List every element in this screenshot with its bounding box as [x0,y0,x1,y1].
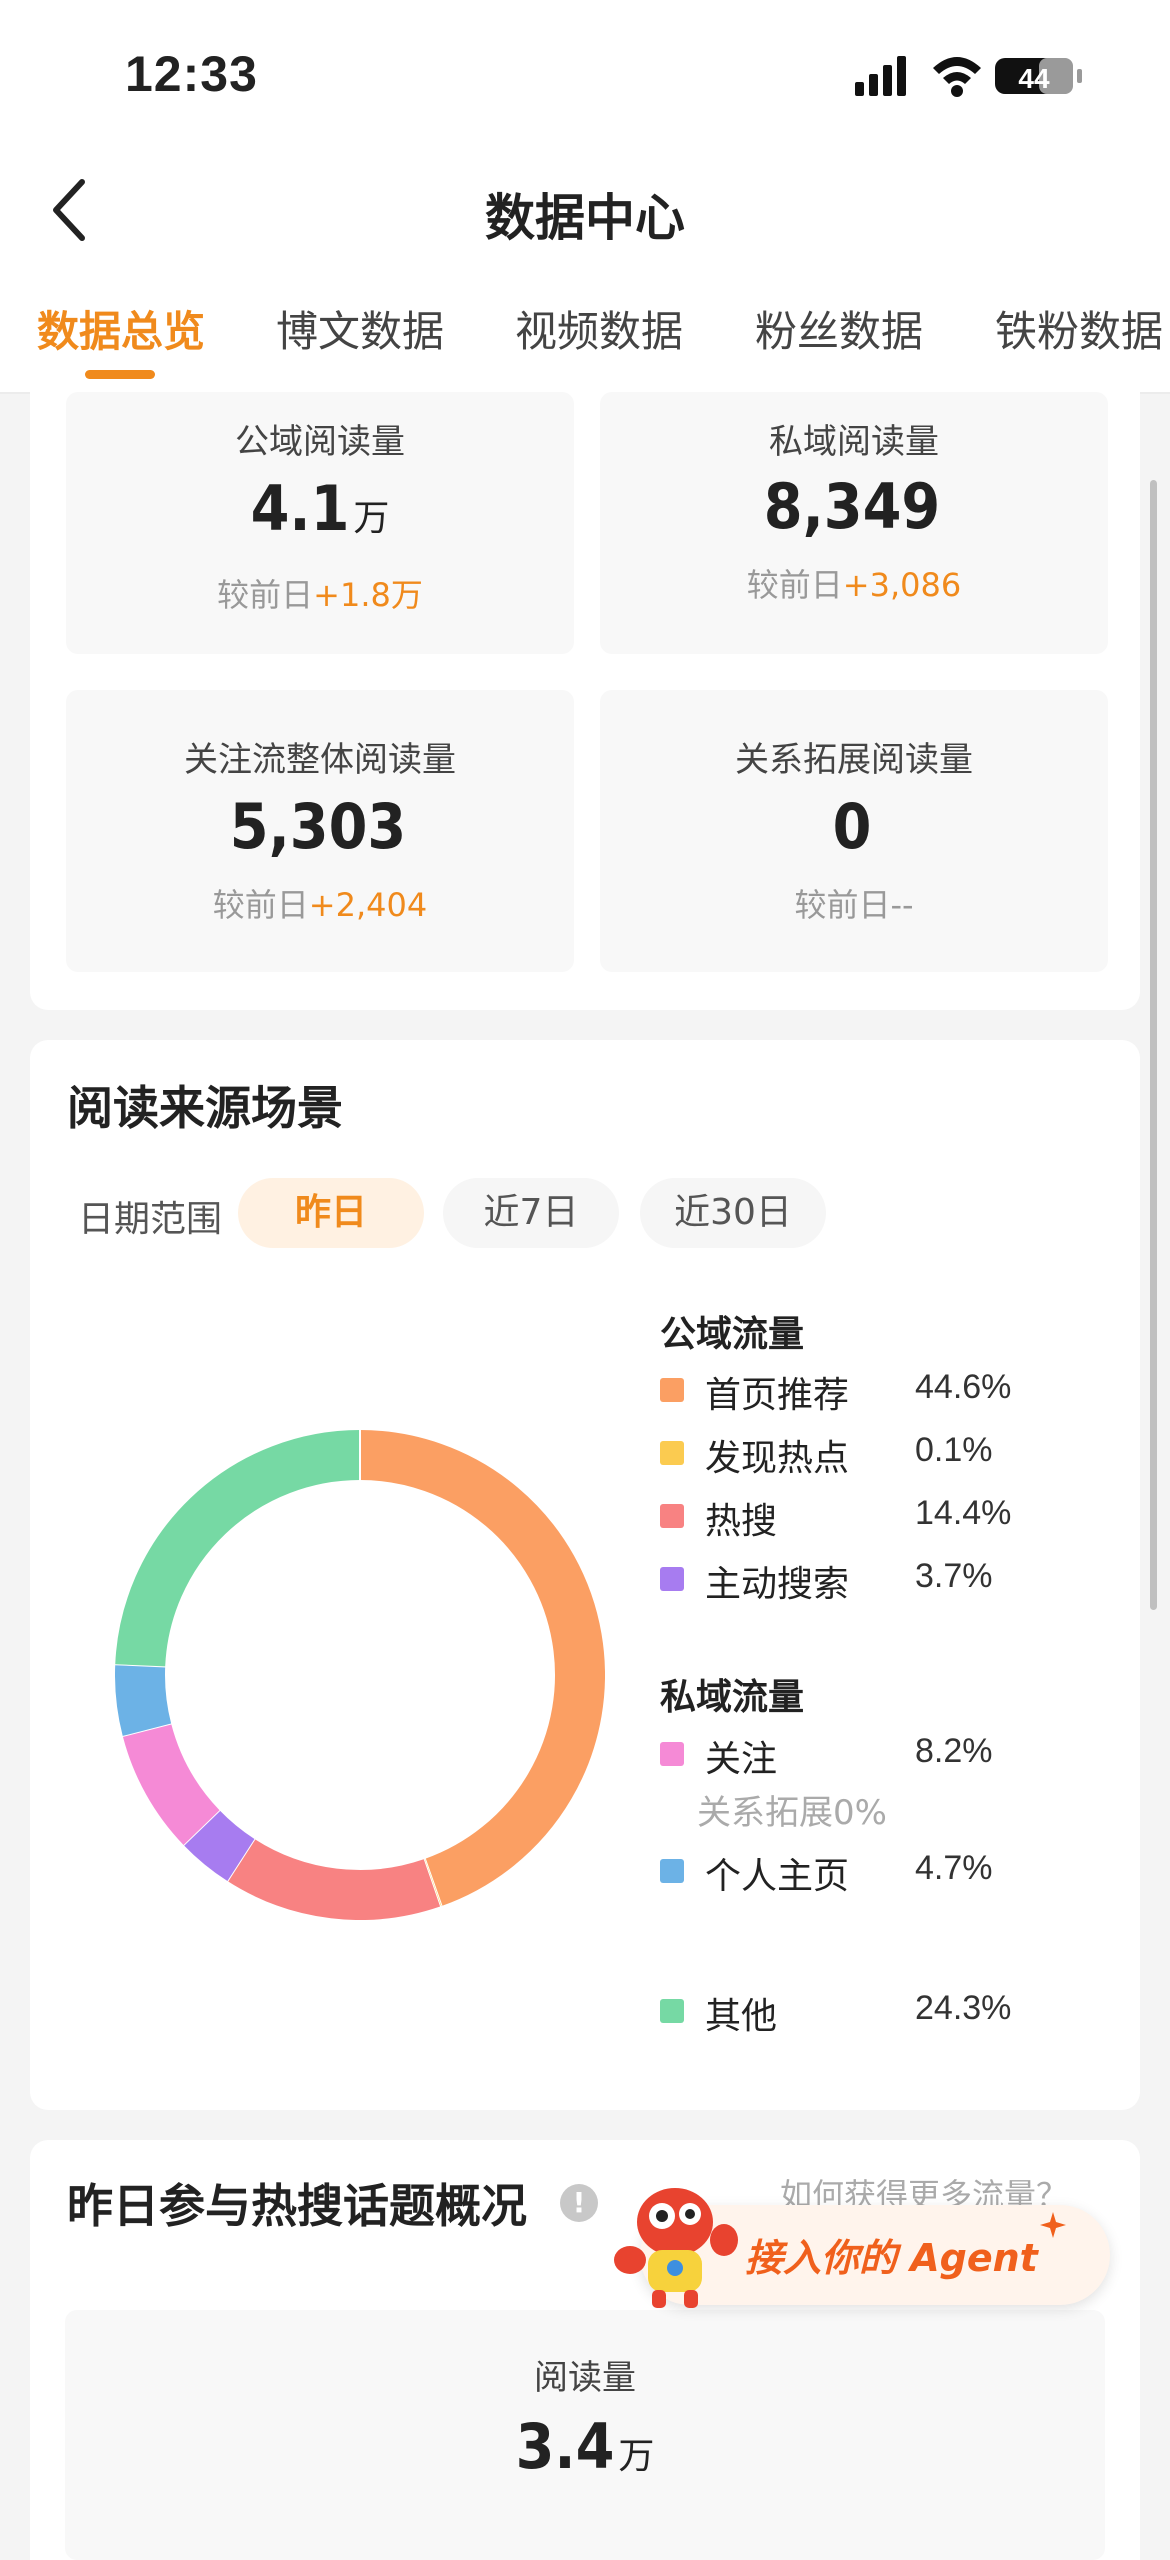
metric-value: 0 [600,790,1108,863]
range-7-days[interactable]: 近7日 [443,1178,619,1248]
signal-icon [855,56,906,96]
metric-label: 阅读量 [65,2350,1105,2399]
donut-slice-1 [360,1455,580,1882]
traffic-source-donut-chart [115,1430,605,1920]
legend-label: 发现热点 [705,1429,849,1481]
legend-label: 个人主页 [705,1847,849,1899]
legend-swatch [660,1567,684,1591]
metric-value: 4.1万 [66,472,574,545]
overview-section: 公域阅读量 4.1万 较前日+1.8万 私域阅读量 8,349 较前日+3,08… [30,392,1140,1010]
legend-item: 发现热点 0.1% [660,1429,1080,1479]
metric-delta: 较前日-- [600,880,1108,926]
metric-private-reads: 私域阅读量 8,349 较前日+3,086 [600,392,1108,654]
metric-label: 公域阅读量 [66,414,574,463]
legend-value: 44.6% [915,1368,1011,1407]
legend-value: 24.3% [915,1989,1011,2028]
legend-item: 热搜 14.4% [660,1492,1080,1542]
hot-topics-section: 昨日参与热搜话题概况 ! 如何获得更多流量？ 阅读量 3.4万 [30,2140,1140,2560]
legend-item: 主动搜索 3.7% [660,1555,1080,1605]
metric-label: 关注流整体阅读量 [66,732,574,781]
scrollbar[interactable] [1150,480,1157,1610]
legend-label: 热搜 [705,1492,777,1544]
agent-banner-text: 接入你的 Agent [745,2227,1038,2282]
metric-label: 关系拓展阅读量 [600,732,1108,781]
legend-swatch [660,1742,684,1766]
metric-delta: 较前日+2,404 [66,880,574,926]
legend-private-title: 私域流量 [660,1668,804,1720]
tab-video[interactable]: 视频数据 [515,298,683,359]
legend-label: 主动搜索 [705,1555,849,1607]
legend-item: 关注 8.2% [660,1730,1080,1780]
legend-swatch [660,1999,684,2023]
legend-item: 其他 24.3% [660,1987,1080,2037]
metric-value: 3.4万 [65,2410,1105,2483]
legend-swatch [660,1441,684,1465]
donut-slice-5 [147,1730,202,1828]
legend-label: 首页推荐 [705,1366,849,1418]
hot-topics-read-card: 阅读量 3.4万 [65,2310,1105,2560]
metric-value: 5,303 [66,790,574,863]
legend-item: 首页推荐 44.6% [660,1366,1080,1416]
metric-delta: 较前日+3,086 [600,560,1108,606]
donut-slice-6 [140,1665,147,1729]
legend-relation-note: 关系拓展0% [697,1785,887,1834]
donut-slice-7 [140,1455,360,1665]
legend-label: 关注 [705,1730,777,1782]
metric-delta: 较前日+1.8万 [66,570,574,616]
metric-label: 私域阅读量 [600,414,1108,463]
metric-relation-reads: 关系拓展阅读量 0 较前日-- [600,690,1108,972]
legend-value: 14.4% [915,1494,1011,1533]
page-title: 数据中心 [0,178,1170,250]
tab-overview[interactable]: 数据总览 [37,298,205,359]
mascot-icon[interactable] [600,2170,750,2320]
tab-fans[interactable]: 粉丝数据 [755,298,923,359]
metric-public-reads: 公域阅读量 4.1万 较前日+1.8万 [66,392,574,654]
legend-label: 其他 [705,1987,777,2039]
legend-item: 个人主页 4.7% [660,1847,1080,1897]
battery-level: 44 [1018,63,1050,94]
sparkle-icon [1040,2212,1066,2238]
info-icon[interactable]: ! [560,2184,598,2222]
legend-value: 0.1% [915,1431,993,1470]
wifi-icon [933,57,981,97]
donut-slice-4 [202,1828,241,1860]
battery-icon: 44 [995,58,1082,94]
status-time: 12:33 [125,45,258,103]
tab-bar: 数据总览 博文数据 视频数据 粉丝数据 铁粉数据 [0,270,1170,394]
status-bar: 12:33 44 [0,0,1170,150]
metric-follow-feed-reads: 关注流整体阅读量 5,303 较前日+2,404 [66,690,574,972]
read-source-section: 阅读来源场景 日期范围 昨日 近7日 近30日 公域流量 首页推荐 44.6% … [30,1040,1140,2110]
section-title: 阅读来源场景 [67,1072,343,1138]
legend-value: 4.7% [915,1849,993,1888]
nav-bar: 数据中心 [0,150,1170,270]
date-range-label: 日期范围 [78,1190,222,1242]
legend-swatch [660,1859,684,1883]
legend-value: 8.2% [915,1732,993,1771]
metric-value: 8,349 [600,470,1108,543]
tab-posts[interactable]: 博文数据 [276,298,444,359]
legend-public-title: 公域流量 [660,1305,804,1357]
legend-swatch [660,1504,684,1528]
range-30-days[interactable]: 近30日 [640,1178,826,1248]
legend-swatch [660,1378,684,1402]
status-icons: 44 [855,52,1095,100]
range-yesterday[interactable]: 昨日 [238,1178,424,1248]
legend-value: 3.7% [915,1557,993,1596]
tab-iron-fans[interactable]: 铁粉数据 [995,298,1163,359]
section-title: 昨日参与热搜话题概况 [67,2170,527,2236]
donut-slice-3 [241,1860,432,1895]
active-tab-indicator [85,370,155,379]
